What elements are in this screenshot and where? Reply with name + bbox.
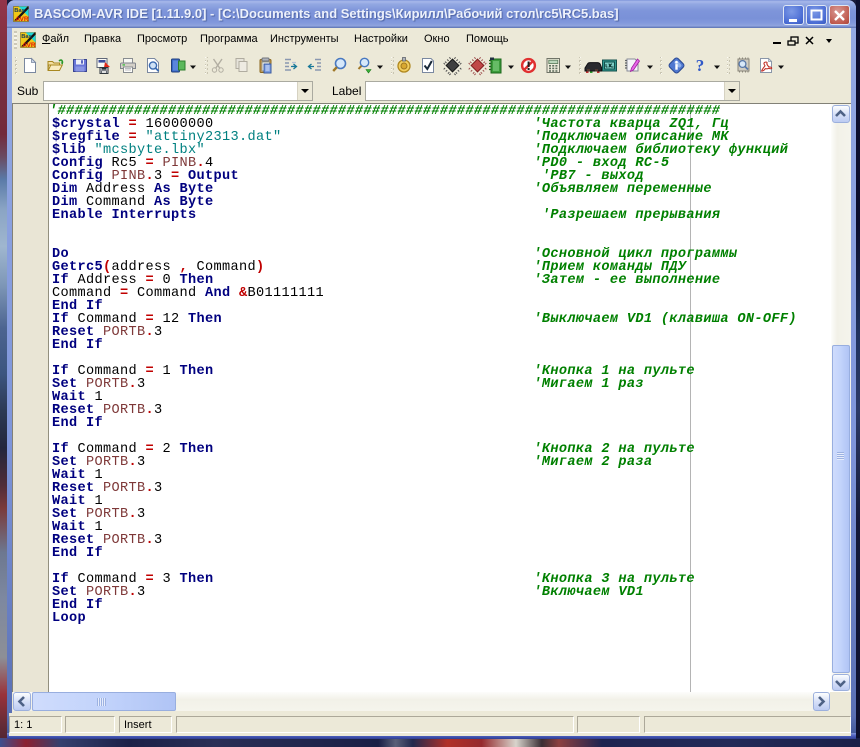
svg-text:AVR: AVR <box>15 16 29 22</box>
svg-text:Bas: Bas <box>14 8 25 14</box>
svg-text:AVR: AVR <box>22 42 36 48</box>
svg-text:?: ? <box>696 56 705 75</box>
svg-text:Bas: Bas <box>21 34 32 40</box>
